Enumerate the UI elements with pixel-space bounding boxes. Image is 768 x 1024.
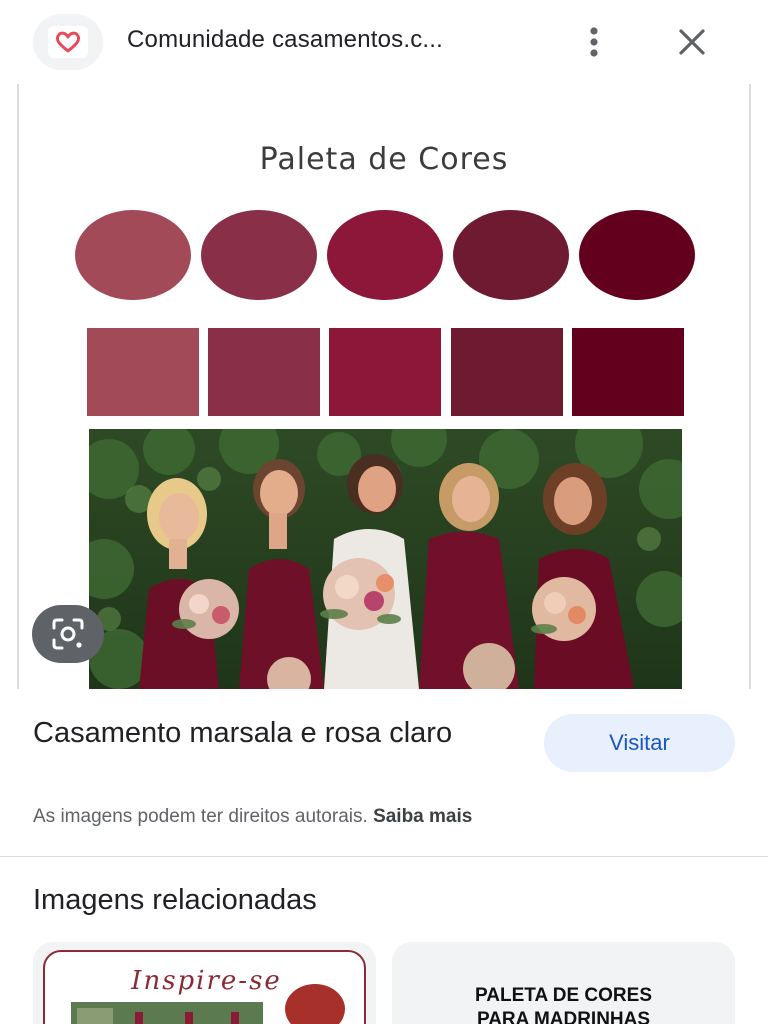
swatch-circle bbox=[75, 210, 191, 300]
image-preview[interactable]: Paleta de Cores bbox=[17, 84, 751, 689]
google-lens-icon[interactable] bbox=[32, 605, 104, 663]
site-logo-inner bbox=[48, 26, 88, 58]
swatch-square bbox=[451, 328, 563, 416]
related-images-heading: Imagens relacionadas bbox=[33, 884, 317, 916]
heart-icon bbox=[55, 31, 81, 53]
swatch-square bbox=[329, 328, 441, 416]
copyright-text: As imagens podem ter direitos autorais. bbox=[33, 806, 368, 827]
site-logo[interactable] bbox=[33, 14, 103, 70]
learn-more-link[interactable]: Saiba mais bbox=[373, 806, 472, 827]
swatch-square bbox=[572, 328, 684, 416]
more-vert-icon[interactable] bbox=[580, 24, 608, 60]
card-caption-line: PALETA DE CORES bbox=[475, 985, 652, 1006]
header-bar: Comunidade casamentos.c... bbox=[0, 0, 768, 84]
related-image-card[interactable]: Inspire-se bbox=[33, 942, 376, 1024]
swatch-circle bbox=[201, 210, 317, 300]
close-icon[interactable] bbox=[672, 22, 712, 62]
card-frame: Inspire-se bbox=[43, 950, 366, 1024]
visit-button[interactable]: Visitar bbox=[544, 714, 735, 772]
thumbnail-strip bbox=[71, 1002, 263, 1024]
swatch-circle bbox=[579, 210, 695, 300]
swatch-circle bbox=[453, 210, 569, 300]
card-caption: PALETA DE CORES PARA MADRINHAS bbox=[392, 984, 735, 1024]
result-title[interactable]: Casamento marsala e rosa claro bbox=[33, 714, 513, 753]
bridesmaids-photo bbox=[89, 429, 682, 689]
divider bbox=[0, 856, 768, 857]
card-caption-line: PARA MADRINHAS bbox=[476, 1009, 651, 1024]
swatch-circle bbox=[327, 210, 443, 300]
copyright-notice: As imagens podem ter direitos autorais. … bbox=[33, 806, 472, 828]
swatch-square bbox=[208, 328, 320, 416]
related-image-card[interactable]: PALETA DE CORES PARA MADRINHAS bbox=[392, 942, 735, 1024]
palette-title: Paleta de Cores bbox=[259, 142, 509, 177]
site-title[interactable]: Comunidade casamentos.c... bbox=[127, 26, 443, 54]
swatch-square bbox=[87, 328, 199, 416]
